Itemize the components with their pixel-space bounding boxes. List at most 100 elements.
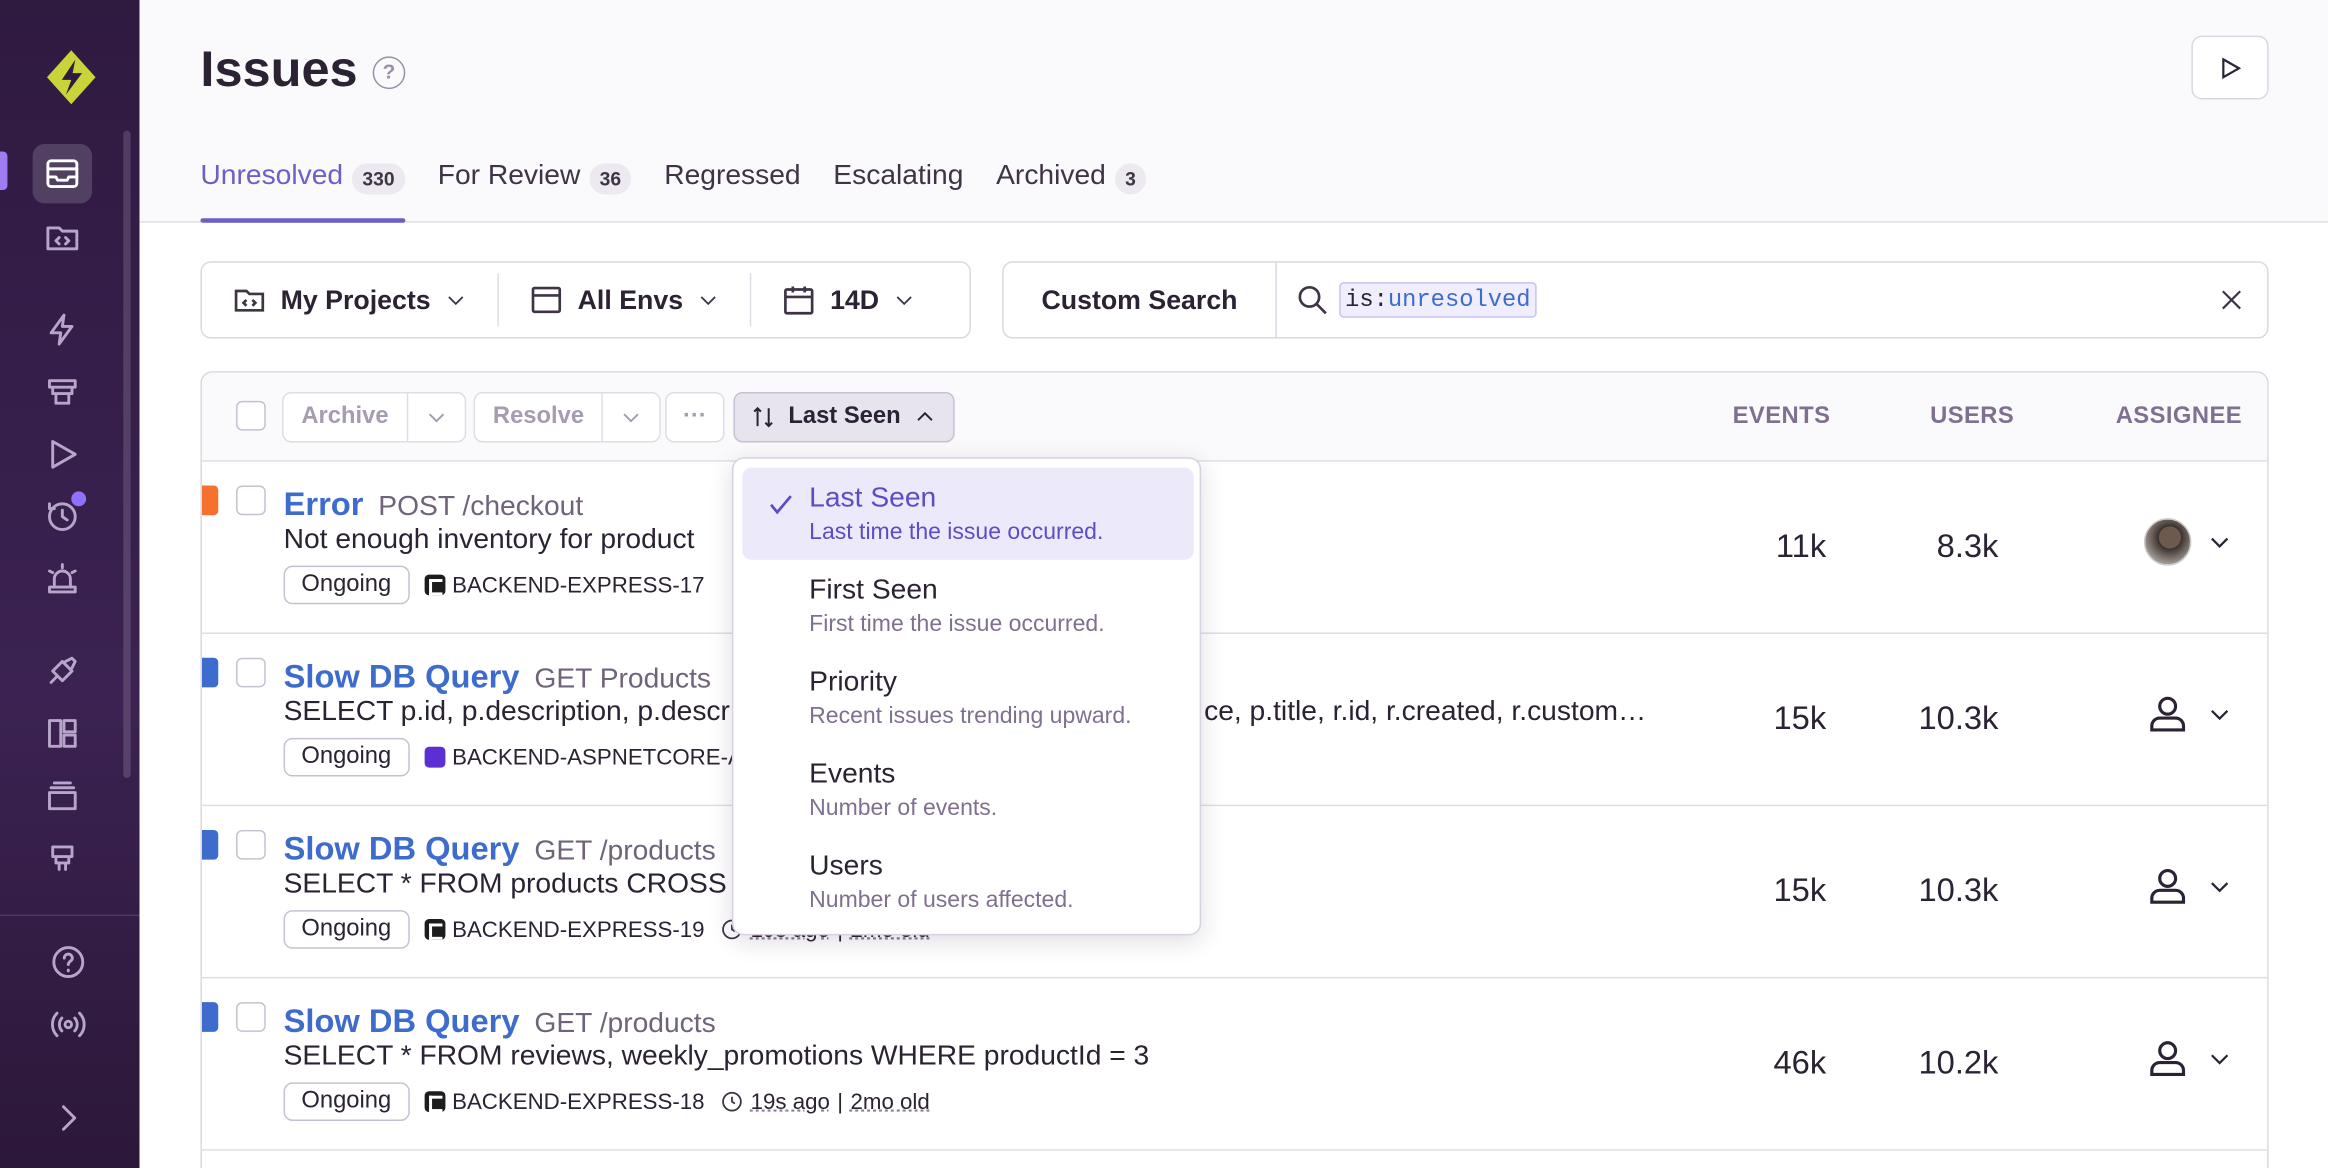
issues-nav-icon[interactable] [32,144,93,204]
tab-archived[interactable]: Archived 3 [996,143,1147,223]
more-actions-button[interactable]: ··· [665,391,725,443]
issue-row[interactable]: Error POST /checkout Not enough inventory… [201,461,2268,634]
calendar-icon [784,286,814,315]
sort-option-label: Last Seen [809,482,937,514]
issue-type: Error [283,485,364,523]
project-badge[interactable]: BACKEND-EXPRESS-17 [423,572,705,598]
clear-search-icon[interactable] [2217,285,2247,315]
dotnet-platform-icon [423,746,445,768]
issue-search-bar[interactable]: Custom Search is:unresolved [1002,261,2269,339]
chevron-down-icon [448,296,464,306]
tab-escalating[interactable]: Escalating [833,143,963,223]
status-badge: Ongoing [283,565,410,605]
issue-age[interactable]: 2mo old [851,1089,930,1114]
date-filter-button[interactable]: 14D [751,273,946,326]
alerts-nav-icon[interactable] [33,549,92,608]
project-filter-label: My Projects [280,284,431,315]
help-nav-icon[interactable] [39,932,98,991]
chevron-down-icon [700,296,716,306]
tab-label: Archived [996,160,1106,192]
issue-row[interactable]: Slow DB Query GET /products SELECT * FROM… [201,978,2268,1151]
play-tour-button[interactable] [2191,35,2269,100]
sort-option-events[interactable]: Events Number of events. [742,744,1193,836]
express-platform-icon [423,574,445,596]
archive-options-button[interactable] [408,405,464,429]
events-column-header[interactable]: EVENTS [1733,404,1831,431]
sort-option-description: Number of events. [809,795,998,822]
issue-checkbox[interactable] [236,657,266,688]
sort-button[interactable]: Last Seen [733,391,955,443]
issue-checkbox[interactable] [236,485,266,516]
tab-unresolved[interactable]: Unresolved 330 [200,143,406,223]
tab-count-badge: 330 [352,163,406,195]
assignee-selector[interactable] [2144,863,2233,911]
environment-filter-button[interactable]: All Envs [499,273,750,326]
resolve-button-group[interactable]: Resolve [473,391,662,443]
stats-nav-icon[interactable] [33,828,92,887]
assignee-selector[interactable] [2144,690,2233,738]
help-icon[interactable]: ? [372,56,406,90]
chevron-down-icon [623,413,640,423]
users-column-header[interactable]: USERS [1930,404,2014,431]
date-filter-label: 14D [830,284,880,315]
sidebar-scrollbar[interactable] [123,130,131,778]
project-badge[interactable]: BACKEND-EXPRESS-18 [423,1089,705,1114]
search-token[interactable]: is:unresolved [1339,282,1537,318]
project-badge[interactable]: BACKEND-ASPNETCORE-A [423,745,743,770]
org-logo-icon[interactable] [39,45,104,110]
discover-nav-icon[interactable] [33,641,92,700]
last-seen[interactable]: 19s ago [751,1089,830,1114]
issue-checkbox[interactable] [236,1002,266,1032]
resolve-button[interactable]: Resolve [475,391,604,443]
status-badge: Ongoing [283,1082,410,1121]
chevron-down-icon [2211,1054,2229,1065]
issue-type: Slow DB Query [283,657,520,695]
broadcast-nav-icon[interactable] [39,995,98,1054]
status-badge: Ongoing [283,737,410,777]
insights-nav-icon[interactable] [33,704,92,763]
issue-message: SELECT * FROM reviews, weekly_promotions… [283,1040,1150,1072]
replays-nav-icon[interactable] [33,425,92,484]
sort-option-priority[interactable]: Priority Recent issues trending upward. [742,652,1193,744]
chevron-up-icon [916,411,932,421]
project-filter-button[interactable]: My Projects [202,273,498,326]
tab-label: Escalating [833,160,964,192]
issue-tabs: Unresolved 330 For Review 36 Regressed Esc… [200,143,1147,223]
tab-regressed[interactable]: Regressed [664,143,800,223]
sort-option-last-seen[interactable]: Last Seen Last time the issue occurred. [742,467,1194,560]
issue-title[interactable]: Error POST /checkout [284,485,584,524]
issue-list-header: Archive Resolve ··· Last Seen EVENTS USE… [201,372,2268,462]
sort-option-description: Recent issues trending upward. [809,703,1132,729]
sort-option-label: Events [809,758,896,790]
expand-sidebar-icon[interactable] [39,1088,98,1147]
issue-row[interactable]: Slow DB Query GET Products SELECT p.id, p… [201,633,2268,807]
archive-button[interactable]: Archive [284,391,408,443]
issue-title[interactable]: Slow DB Query GET /products [284,1002,716,1041]
tab-for-review[interactable]: For Review 36 [438,143,632,223]
play-icon [2222,56,2242,79]
custom-search-button[interactable]: Custom Search [1004,262,1277,338]
dashboards-nav-icon[interactable] [33,362,92,421]
sort-option-label: Users [809,850,883,882]
project-badge[interactable]: BACKEND-EXPRESS-19 [423,917,705,942]
issue-row[interactable]: Slow DB Query GET /products SELECT * FROM… [201,806,2268,979]
select-all-checkbox[interactable] [236,400,266,431]
performance-nav-icon[interactable] [33,300,92,359]
issue-title[interactable]: Slow DB Query GET Products [284,658,711,697]
issue-title[interactable]: Slow DB Query GET /products [284,830,716,869]
issue-checkbox[interactable] [236,829,266,860]
archive-button-group[interactable]: Archive [282,391,466,443]
assignee-selector[interactable] [2144,1035,2233,1083]
assignee-selector[interactable] [2143,518,2233,566]
sort-option-first-seen[interactable]: First Seen First time the issue occurred… [742,560,1193,652]
user-icon [2150,1041,2186,1077]
tab-label: Regressed [664,160,801,192]
archive-nav-icon[interactable] [33,766,92,825]
issue-location: GET Products [534,663,712,695]
sort-option-users[interactable]: Users Number of users affected. [742,836,1193,928]
issue-type: Slow DB Query [283,829,520,868]
tab-label: Unresolved [200,160,344,192]
project-icon [234,289,265,312]
projects-nav-icon[interactable] [33,208,92,267]
resolve-options-button[interactable] [603,405,659,429]
